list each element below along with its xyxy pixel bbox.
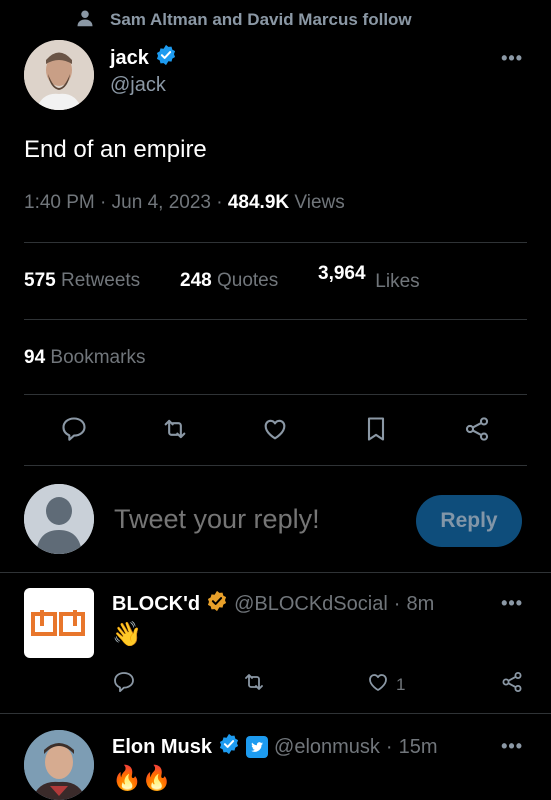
author-name[interactable]: jack <box>110 47 149 70</box>
retweet-icon[interactable] <box>161 415 189 448</box>
reply-text: 👋 <box>112 621 142 648</box>
more-options-icon[interactable]: ••• <box>501 48 523 69</box>
likes-label: Likes <box>375 271 420 292</box>
more-options-icon[interactable]: ••• <box>501 593 523 614</box>
author-name-row[interactable]: jack <box>110 44 177 72</box>
user-avatar <box>24 484 94 554</box>
reply-actions: 1 <box>112 670 527 696</box>
share-icon[interactable] <box>500 670 524 699</box>
like-icon <box>366 670 390 699</box>
divider <box>24 242 527 243</box>
tweet-actions <box>24 408 527 454</box>
reply-author-name[interactable]: BLOCK'd <box>112 593 200 616</box>
reply-icon[interactable] <box>112 670 136 699</box>
views-label: Views <box>294 192 345 213</box>
reply-avatar-elon[interactable] <box>24 730 94 800</box>
reply-time[interactable]: 15m <box>399 736 438 759</box>
divider <box>0 572 551 573</box>
reply-button[interactable]: Reply <box>416 495 522 547</box>
person-icon <box>76 9 94 32</box>
divider <box>24 319 527 320</box>
retweets-stat[interactable]: 575 Retweets <box>24 270 140 292</box>
reply-header: Elon Musk @elonmusk · 15m <box>112 733 438 761</box>
divider <box>24 465 527 466</box>
reply-avatar-blockd[interactable] <box>24 588 94 658</box>
gold-verified-badge-icon <box>206 590 228 618</box>
more-options-icon[interactable]: ••• <box>501 736 523 757</box>
quotes-label: Quotes <box>216 270 279 291</box>
tweet-meta: 1:40 PM · Jun 4, 2023 · 484.9K Views <box>24 192 345 213</box>
share-icon[interactable] <box>463 415 491 448</box>
bookmarks-stat[interactable]: 94 Bookmarks <box>24 347 145 369</box>
reply-input[interactable] <box>114 504 394 535</box>
tweet-date[interactable]: Jun 4, 2023 <box>112 192 211 213</box>
author-handle[interactable]: @jack <box>110 74 166 97</box>
retweets-count: 575 <box>24 270 56 291</box>
divider <box>0 713 551 714</box>
verified-badge-icon <box>218 733 240 761</box>
like-button[interactable]: 1 <box>366 670 405 699</box>
bookmark-icon[interactable] <box>362 415 390 448</box>
tweet-time[interactable]: 1:40 PM <box>24 192 95 213</box>
divider <box>24 394 527 395</box>
retweets-label: Retweets <box>60 270 141 291</box>
reply-author-handle[interactable]: @BLOCKdSocial <box>234 593 388 616</box>
quotes-count: 248 <box>180 270 212 291</box>
reply-header: BLOCK'd @BLOCKdSocial · 8m <box>112 590 434 618</box>
bookmarks-label: Bookmarks <box>50 347 146 368</box>
verified-badge-icon <box>155 44 177 72</box>
social-context-text: Sam Altman and David Marcus follow <box>110 10 412 29</box>
tweet-text: End of an empire <box>24 136 207 163</box>
social-context: Sam Altman and David Marcus follow <box>76 8 412 32</box>
quotes-stat[interactable]: 248 Quotes <box>180 270 278 292</box>
likes-stat[interactable]: 3,964 Likes <box>318 263 420 293</box>
likes-count: 3,964 <box>318 263 366 284</box>
reply-author-name[interactable]: Elon Musk <box>112 736 212 759</box>
bookmarks-count: 94 <box>24 347 46 368</box>
reply-icon[interactable] <box>60 415 88 448</box>
views-count: 484.9K <box>227 192 290 213</box>
retweet-icon[interactable] <box>242 670 266 699</box>
reply-time[interactable]: 8m <box>406 593 434 616</box>
author-avatar[interactable] <box>24 40 94 110</box>
like-count: 1 <box>396 674 406 694</box>
reply-author-handle[interactable]: @elonmusk <box>274 736 380 759</box>
reply-text: 🔥🔥 <box>112 765 172 792</box>
twitter-bird-icon <box>246 736 269 758</box>
like-icon[interactable] <box>261 415 289 448</box>
